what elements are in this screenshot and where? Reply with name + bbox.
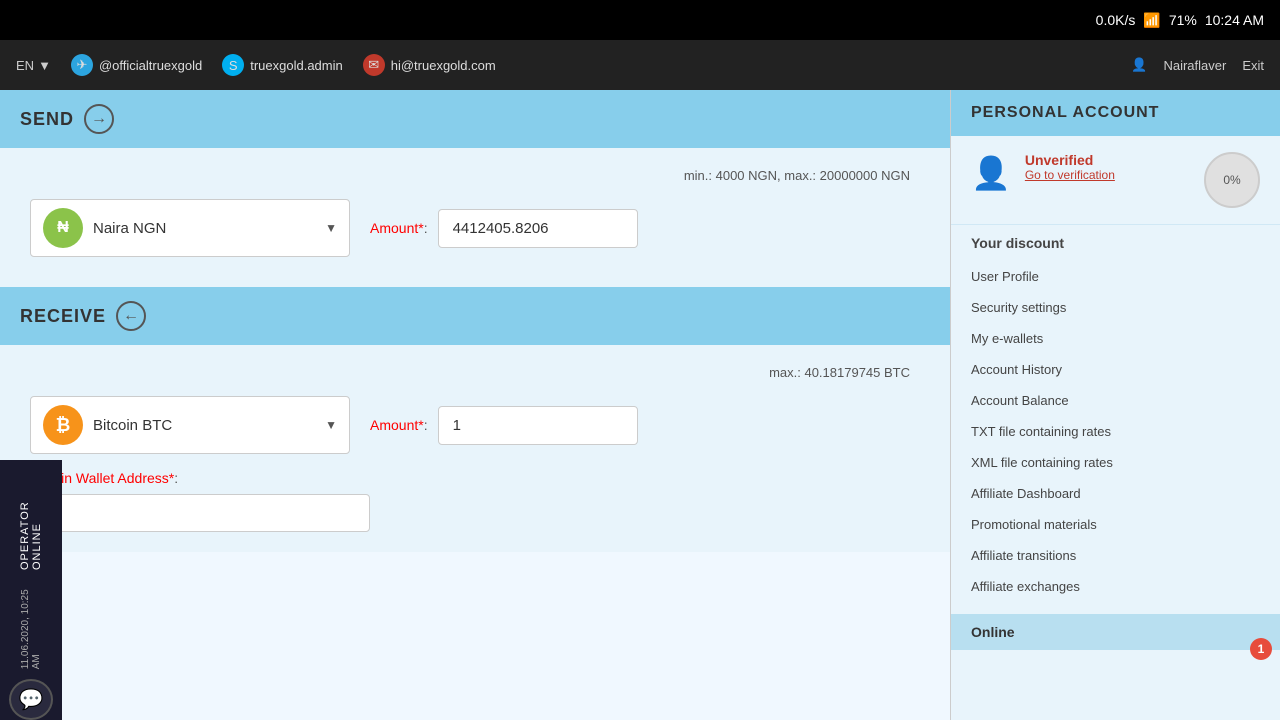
lang-label: EN (16, 58, 34, 73)
lang-selector[interactable]: EN ▼ (16, 58, 51, 73)
sidebar-item-account-history[interactable]: Account History (951, 354, 1280, 385)
receive-arrow-icon[interactable]: ← (116, 301, 146, 331)
sidebar-item-my-ewallets[interactable]: My e-wallets (951, 323, 1280, 354)
lang-dropdown-icon: ▼ (38, 58, 51, 73)
wallet-address-input[interactable] (30, 494, 370, 532)
naira-icon: ₦ (43, 208, 83, 248)
receive-header: RECEIVE ← (0, 287, 950, 345)
skype-handle: truexgold.admin (250, 58, 343, 73)
send-label: SEND (20, 109, 74, 130)
send-amount-group: Amount*: (370, 209, 638, 248)
telegram-icon: ✈ (71, 54, 93, 76)
send-dropdown-arrow-icon: ▼ (325, 221, 337, 235)
operator-chat-button[interactable]: 💬 (9, 679, 53, 720)
wallet-label-row: Bitcoin Wallet Address*: (30, 470, 920, 532)
send-block: min.: 4000 NGN, max.: 20000000 NGN ₦ Nai… (0, 148, 950, 287)
unverified-status: Unverified (1025, 152, 1115, 168)
nav-right: 👤 Nairaflaver Exit (1131, 57, 1264, 73)
exit-button[interactable]: Exit (1242, 58, 1264, 73)
send-amount-input[interactable] (438, 209, 638, 248)
sidebar-item-account-balance[interactable]: Account Balance (951, 385, 1280, 416)
sidebar-item-affiliate-transitions[interactable]: Affiliate transitions (951, 540, 1280, 571)
sidebar-item-affiliate-dashboard[interactable]: Affiliate Dashboard (951, 478, 1280, 509)
send-currency-name: Naira NGN (93, 220, 315, 237)
receive-currency-name: Bitcoin BTC (93, 417, 315, 434)
go-to-verification-link[interactable]: Go to verification (1025, 168, 1115, 182)
receive-amount-input[interactable] (438, 406, 638, 445)
btc-icon: ₿ (43, 405, 83, 445)
user-verify-icon: 👤 (971, 154, 1011, 192)
username: Nairaflaver (1163, 58, 1226, 73)
right-panel: PERSONAL ACCOUNT 👤 Unverified Go to veri… (950, 90, 1280, 720)
nav-bar: EN ▼ ✈ @officialtruexgold S truexgold.ad… (0, 40, 1280, 90)
wallet-address-label: Bitcoin Wallet Address*: (30, 470, 920, 486)
send-currency-select[interactable]: ₦ Naira NGN ▼ (30, 199, 350, 257)
receive-block: max.: 40.18179745 BTC ₿ Bitcoin BTC ▼ Am… (0, 345, 950, 552)
notification-badge: 1 (1250, 638, 1272, 660)
sidebar-nav: User Profile Security settings My e-wall… (951, 257, 1280, 606)
sidebar-item-security-settings[interactable]: Security settings (951, 292, 1280, 323)
sidebar-item-affiliate-exchanges[interactable]: Affiliate exchanges (951, 571, 1280, 602)
time-display: 10:24 AM (1205, 12, 1264, 28)
online-label: Online (971, 624, 1015, 640)
battery-percent: 71% (1169, 12, 1197, 28)
left-panel: SEND → min.: 4000 NGN, max.: 20000000 NG… (0, 90, 950, 720)
discount-row: Your discount (951, 225, 1280, 257)
verification-block: 👤 Unverified Go to verification 0% (951, 136, 1280, 225)
user-icon: 👤 (1131, 57, 1147, 73)
skype-contact[interactable]: S truexgold.admin (222, 54, 343, 76)
receive-amount-group: Amount*: (370, 406, 638, 445)
sidebar-item-txt-rates[interactable]: TXT file containing rates (951, 416, 1280, 447)
signal-icon: 📶 (1143, 12, 1160, 29)
send-amount-label: Amount*: (370, 220, 428, 236)
send-limit-info: min.: 4000 NGN, max.: 20000000 NGN (30, 168, 920, 183)
send-currency-row: ₦ Naira NGN ▼ Amount*: (30, 199, 920, 257)
telegram-contact[interactable]: ✈ @officialtruexgold (71, 54, 202, 76)
email-icon: ✉ (363, 54, 385, 76)
receive-currency-row: ₿ Bitcoin BTC ▼ Amount*: (30, 396, 920, 454)
sidebar-item-xml-rates[interactable]: XML file containing rates (951, 447, 1280, 478)
discount-label: Your discount (971, 235, 1064, 251)
discount-circle: 0% (1204, 152, 1260, 208)
receive-limit-info: max.: 40.18179745 BTC (30, 365, 920, 380)
email-contact[interactable]: ✉ hi@truexgold.com (363, 54, 496, 76)
main-container: SEND → min.: 4000 NGN, max.: 20000000 NG… (0, 90, 1280, 720)
operator-date: 11.06.2020, 10:25 AM (20, 580, 42, 669)
personal-account-title: PERSONAL ACCOUNT (951, 90, 1280, 136)
send-header: SEND → (0, 90, 950, 148)
receive-label: RECEIVE (20, 306, 106, 327)
receive-currency-select[interactable]: ₿ Bitcoin BTC ▼ (30, 396, 350, 454)
status-bar: 0.0K/s 📶 71% 10:24 AM (0, 0, 1280, 40)
telegram-handle: @officialtruexgold (99, 58, 202, 73)
verify-text: Unverified Go to verification (1025, 152, 1115, 182)
network-speed: 0.0K/s (1096, 12, 1136, 28)
email-address: hi@truexgold.com (391, 58, 496, 73)
send-arrow-icon[interactable]: → (84, 104, 114, 134)
receive-amount-label: Amount*: (370, 417, 428, 433)
operator-sidebar: OPERATOR ONLINE 11.06.2020, 10:25 AM 💬 (0, 460, 62, 720)
sidebar-item-user-profile[interactable]: User Profile (951, 261, 1280, 292)
skype-icon: S (222, 54, 244, 76)
receive-dropdown-arrow-icon: ▼ (325, 418, 337, 432)
operator-label: OPERATOR ONLINE (19, 460, 43, 570)
online-section: Online (951, 614, 1280, 650)
sidebar-item-promotional-materials[interactable]: Promotional materials (951, 509, 1280, 540)
